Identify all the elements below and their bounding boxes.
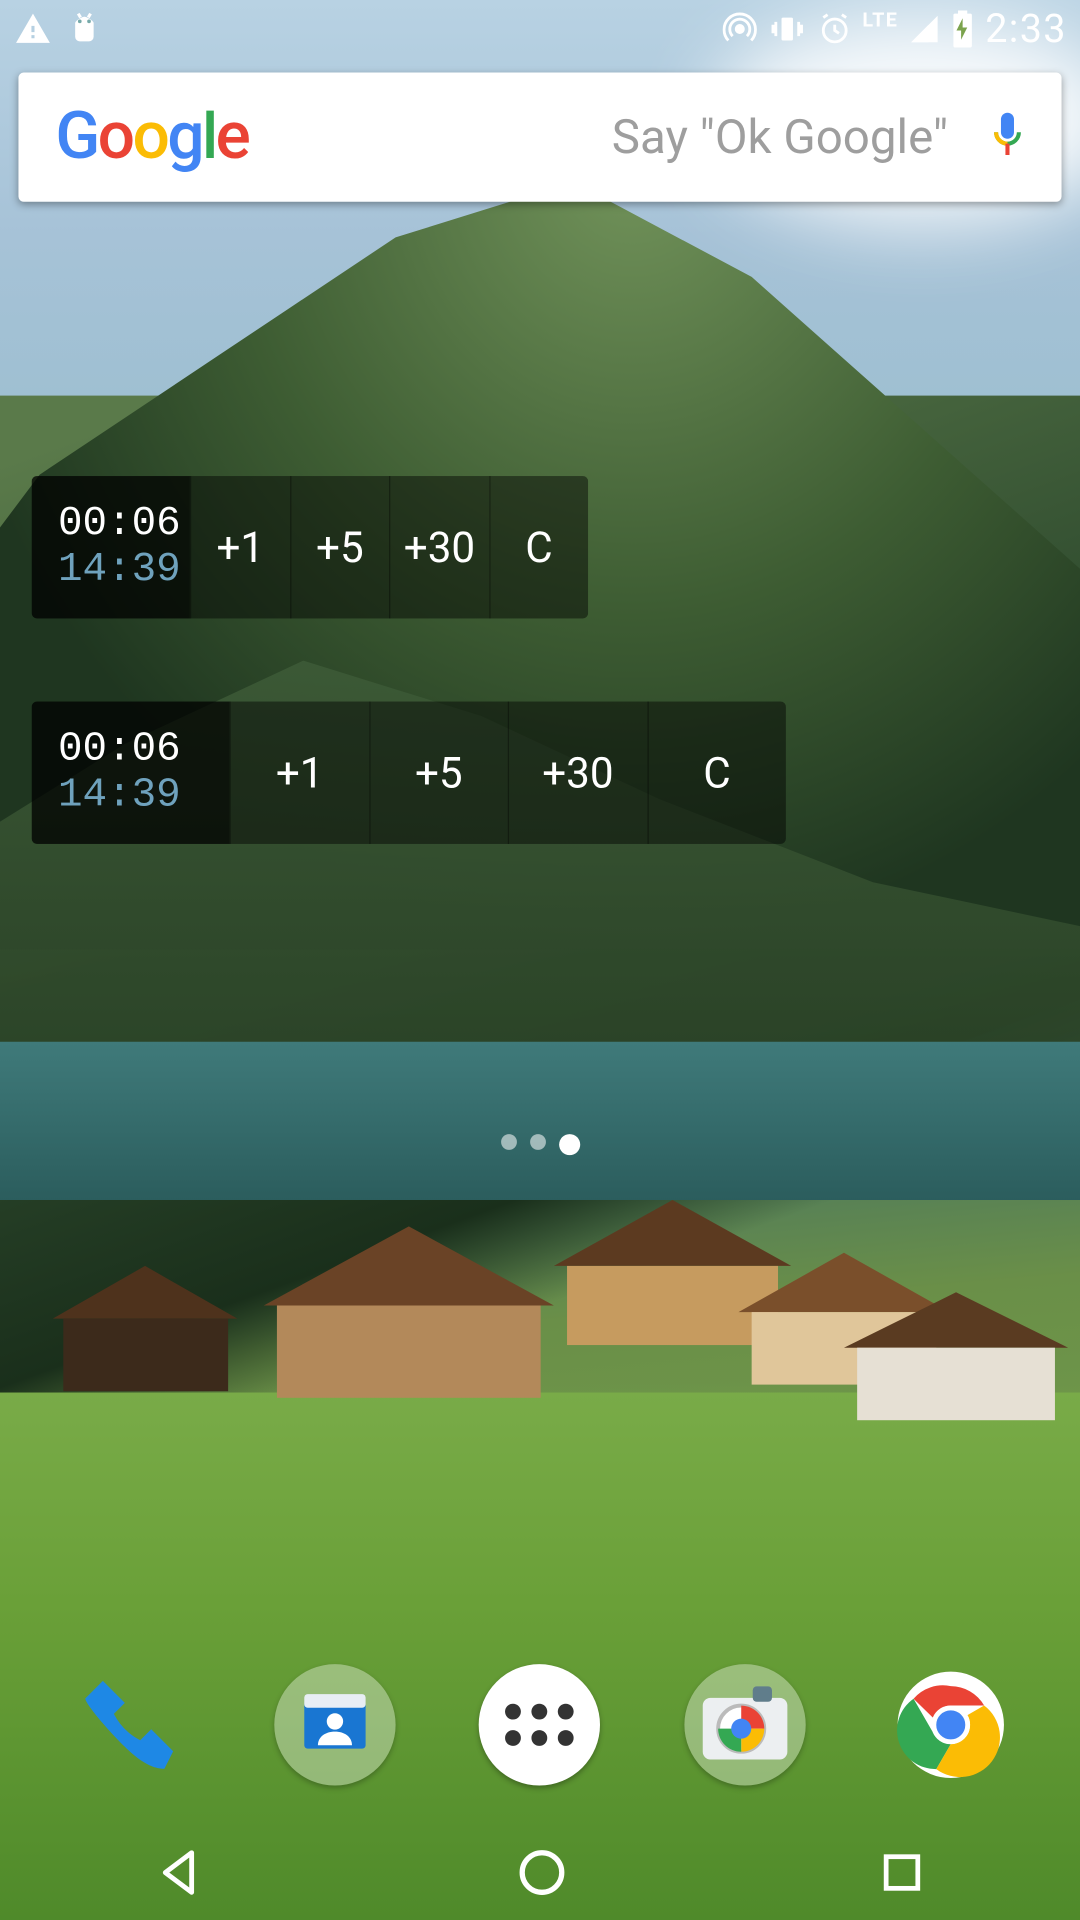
camera-icon	[699, 1685, 791, 1764]
timer-elapsed: 00:06	[58, 501, 163, 547]
status-time: 2:33	[985, 6, 1067, 52]
warning-icon	[13, 11, 53, 48]
app-drawer-button[interactable]	[479, 1664, 600, 1785]
back-icon	[154, 1846, 207, 1899]
page-indicator[interactable]	[0, 1134, 1080, 1155]
phone-icon	[76, 1672, 181, 1777]
home-screen[interactable]: LTE 2:33 Google Say "Ok Google" 00:06 14…	[0, 0, 1080, 1920]
google-search-widget[interactable]: Google Say "Ok Google"	[18, 73, 1061, 202]
phone-app[interactable]	[68, 1664, 189, 1785]
timer-display[interactable]: 00:06 14:39	[32, 476, 190, 618]
recents-button[interactable]	[878, 1849, 925, 1896]
timer-plus-30-button[interactable]: +30	[389, 476, 489, 618]
timer-widget-2[interactable]: 00:06 14:39 +1 +5 +30 C	[32, 702, 786, 844]
navigation-bar	[0, 1825, 1080, 1920]
timer-plus-5-button[interactable]: +5	[369, 702, 508, 844]
battery-charging-icon	[951, 11, 975, 48]
home-icon	[516, 1846, 569, 1899]
timer-clock: 14:39	[58, 773, 203, 819]
timer-display[interactable]: 00:06 14:39	[32, 702, 230, 844]
timer-widget-1[interactable]: 00:06 14:39 +1 +5 +30 C	[32, 476, 588, 618]
page-dot-2[interactable]	[529, 1134, 545, 1150]
timer-elapsed: 00:06	[58, 727, 203, 773]
contacts-app[interactable]	[274, 1664, 395, 1785]
hotspot-icon	[723, 12, 757, 46]
chrome-app[interactable]	[890, 1664, 1011, 1785]
wallpaper-village	[0, 1121, 1080, 1464]
dock	[0, 1633, 1080, 1818]
chrome-icon	[893, 1667, 1009, 1783]
google-logo: Google	[55, 99, 248, 175]
timer-clock: 14:39	[58, 547, 163, 593]
app-drawer-icon	[506, 1704, 575, 1746]
android-debug-icon	[66, 11, 103, 48]
home-button[interactable]	[516, 1846, 569, 1899]
timer-plus-1-button[interactable]: +1	[229, 702, 368, 844]
recents-icon	[878, 1849, 925, 1896]
timer-clear-button[interactable]: C	[647, 702, 786, 844]
alarm-icon	[818, 12, 852, 46]
status-bar[interactable]: LTE 2:33	[0, 0, 1080, 58]
page-dot-3[interactable]	[558, 1134, 579, 1155]
search-hint: Say "Ok Google"	[248, 109, 988, 164]
voice-search-button[interactable]	[988, 109, 1028, 164]
contacts-icon	[294, 1684, 376, 1766]
signal-icon	[909, 13, 941, 45]
timer-plus-1-button[interactable]: +1	[190, 476, 290, 618]
vibrate-icon	[767, 12, 807, 46]
timer-plus-5-button[interactable]: +5	[289, 476, 389, 618]
camera-app[interactable]	[685, 1664, 806, 1785]
timer-plus-30-button[interactable]: +30	[508, 702, 647, 844]
back-button[interactable]	[154, 1846, 207, 1899]
timer-clear-button[interactable]: C	[489, 476, 589, 618]
page-dot-1[interactable]	[500, 1134, 516, 1150]
network-type-label: LTE	[862, 8, 898, 32]
